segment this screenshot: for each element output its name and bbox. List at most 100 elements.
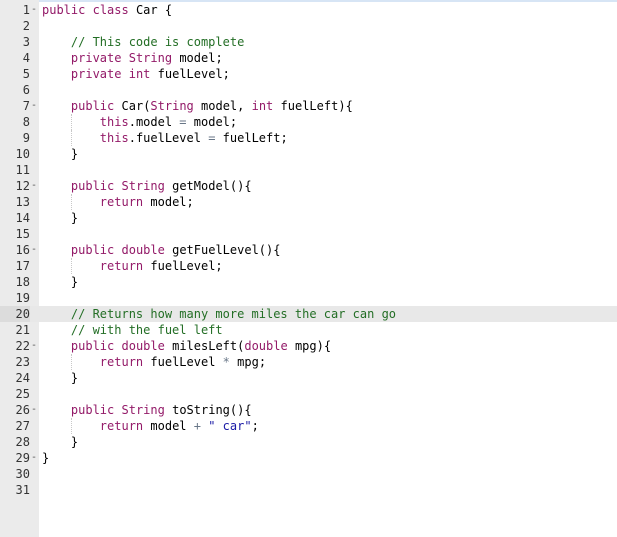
- code-line[interactable]: 10 }: [0, 146, 617, 162]
- code-line[interactable]: 9 this.fuelLevel = fuelLeft;: [0, 130, 617, 146]
- code-text[interactable]: public Car(String model, int fuelLeft){: [42, 98, 353, 114]
- code-line[interactable]: 29-}: [0, 450, 617, 466]
- indent-guide: [70, 354, 72, 370]
- line-number: 18: [15, 275, 30, 289]
- code-line[interactable]: 31: [0, 482, 617, 498]
- code-text[interactable]: return fuelLevel;: [42, 258, 223, 274]
- code-line[interactable]: 17 return fuelLevel;: [0, 258, 617, 274]
- code-token: ;: [215, 51, 223, 65]
- code-line[interactable]: 21 // with the fuel left: [0, 322, 617, 338]
- line-number: 24: [15, 371, 30, 385]
- code-text[interactable]: }: [42, 450, 49, 466]
- code-text[interactable]: public class Car {: [42, 2, 172, 18]
- code-token: fuelLevel: [157, 67, 223, 81]
- code-editor[interactable]: 1- public class Car {2 3 // This code is c…: [0, 0, 617, 537]
- code-line[interactable]: 4 private String model;: [0, 50, 617, 66]
- code-line[interactable]: 12- public String getModel(){: [0, 178, 617, 194]
- indent-guide: [70, 130, 72, 146]
- code-line[interactable]: 1- public class Car {: [0, 2, 617, 18]
- code-line[interactable]: 30: [0, 466, 617, 482]
- code-line[interactable]: 15: [0, 226, 617, 242]
- code-token: fuelLeft: [222, 131, 281, 145]
- code-token: model: [150, 195, 187, 209]
- code-line[interactable]: 25: [0, 386, 617, 402]
- keyword-token: int: [251, 99, 274, 113]
- code-text[interactable]: // This code is complete: [42, 34, 244, 50]
- fold-toggle-icon[interactable]: -: [31, 450, 39, 466]
- code-line[interactable]: 18 }: [0, 274, 617, 290]
- code-text[interactable]: return model;: [42, 194, 194, 210]
- fold-toggle-icon[interactable]: -: [31, 98, 39, 114]
- code-text[interactable]: }: [42, 210, 78, 226]
- code-text[interactable]: public String toString(){: [42, 402, 252, 418]
- code-token: fuelLeft: [280, 99, 339, 113]
- code-line[interactable]: 6: [0, 82, 617, 98]
- code-text[interactable]: public double getFuelLevel(){: [42, 242, 281, 258]
- code-text[interactable]: this.fuelLevel = fuelLeft;: [42, 130, 288, 146]
- fold-toggle-icon[interactable]: -: [31, 178, 39, 194]
- code-line[interactable]: 22- public double milesLeft(double mpg){: [0, 338, 617, 354]
- code-text[interactable]: // with the fuel left: [42, 322, 223, 338]
- code-line[interactable]: 24 }: [0, 370, 617, 386]
- code-text[interactable]: public String getModel(){: [42, 178, 252, 194]
- code-text[interactable]: }: [42, 146, 78, 162]
- code-token: }: [70, 275, 79, 289]
- code-text[interactable]: return fuelLevel * mpg;: [42, 354, 266, 370]
- code-line[interactable]: 20 // Returns how many more miles the ca…: [0, 306, 617, 322]
- fold-toggle-icon[interactable]: -: [31, 242, 39, 258]
- code-token: .: [128, 131, 136, 145]
- code-line[interactable]: 2: [0, 18, 617, 34]
- code-lines[interactable]: 1- public class Car {2 3 // This code is c…: [0, 2, 617, 498]
- code-line[interactable]: 27 return model + " car";: [0, 418, 617, 434]
- code-line[interactable]: 7- public Car(String model, int fuelLeft…: [0, 98, 617, 114]
- code-text[interactable]: }: [42, 434, 78, 450]
- code-text[interactable]: private String model;: [42, 50, 223, 66]
- keyword-token: public: [70, 403, 115, 417]
- line-number: 29: [15, 451, 30, 465]
- code-token: {: [323, 339, 332, 353]
- line-number: 21: [15, 323, 30, 337]
- code-line[interactable]: 19: [0, 290, 617, 306]
- code-line[interactable]: 14 }: [0, 210, 617, 226]
- code-text[interactable]: private int fuelLevel;: [42, 66, 230, 82]
- code-line[interactable]: 8 this.model = model;: [0, 114, 617, 130]
- code-token: ;: [222, 67, 230, 81]
- code-token: model: [179, 51, 216, 65]
- code-text[interactable]: }: [42, 370, 78, 386]
- code-line[interactable]: 3 // This code is complete: [0, 34, 617, 50]
- code-line[interactable]: 16- public double getFuelLevel(){: [0, 242, 617, 258]
- code-token: ): [338, 99, 346, 113]
- code-line[interactable]: 28 }: [0, 434, 617, 450]
- code-line[interactable]: 26- public String toString(){: [0, 402, 617, 418]
- code-line[interactable]: 13 return model;: [0, 194, 617, 210]
- code-token: .: [128, 115, 136, 129]
- code-text[interactable]: }: [42, 274, 78, 290]
- code-token: mpg: [237, 355, 259, 369]
- code-text[interactable]: public double milesLeft(double mpg){: [42, 338, 331, 354]
- code-text[interactable]: return model + " car";: [42, 418, 259, 434]
- fold-toggle-icon[interactable]: -: [31, 402, 39, 418]
- code-text[interactable]: // Returns how many more miles the car c…: [42, 306, 396, 322]
- fold-toggle-icon[interactable]: -: [31, 338, 39, 354]
- keyword-token: return: [99, 355, 144, 369]
- code-line[interactable]: 5 private int fuelLevel;: [0, 66, 617, 82]
- line-number: 14: [15, 211, 30, 225]
- code-line[interactable]: 11: [0, 162, 617, 178]
- code-line[interactable]: 23 return fuelLevel * mpg;: [0, 354, 617, 370]
- fold-toggle-icon[interactable]: -: [31, 2, 39, 18]
